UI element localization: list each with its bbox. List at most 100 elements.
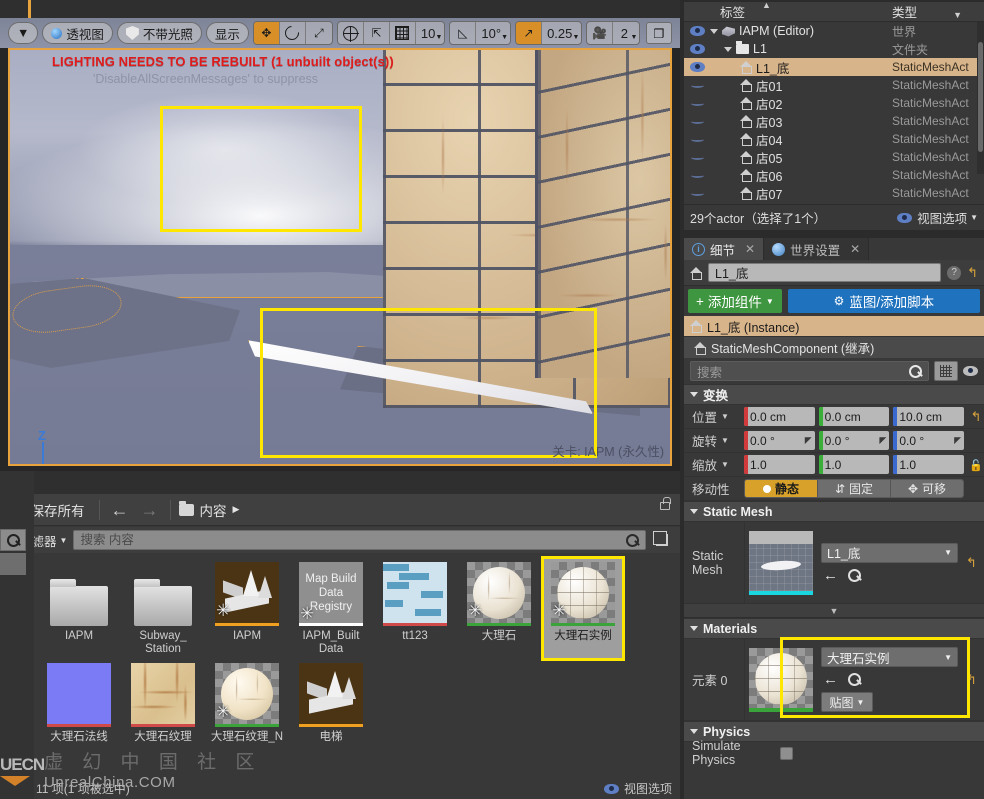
browse-to-asset-icon[interactable] [848, 568, 861, 582]
chevron-down-icon[interactable]: ▼ [721, 436, 729, 445]
section-materials[interactable]: Materials [684, 618, 984, 639]
use-selected-asset-icon[interactable]: ← [823, 672, 838, 687]
perspective-mode-button[interactable]: 透视图 [42, 22, 113, 44]
visibility-toggle[interactable] [684, 155, 710, 160]
visibility-toggle[interactable] [684, 191, 710, 196]
scale-snap-value[interactable]: 0.25 ▼ [542, 22, 581, 44]
asset-search-input[interactable] [73, 530, 646, 550]
camera-speed-value[interactable]: 2 ▼ [613, 22, 639, 44]
add-component-button[interactable]: + 添加组件 ▼ [688, 289, 782, 313]
section-transform[interactable]: 变换 [684, 384, 984, 405]
close-icon[interactable]: ✕ [850, 242, 860, 256]
view-mode-button[interactable]: 不带光照 [116, 22, 202, 44]
scale-x-input[interactable]: 1.0 [744, 455, 815, 474]
world-coords-icon[interactable] [338, 22, 364, 44]
visibility-toggle[interactable] [684, 62, 710, 72]
outliner-row[interactable]: 店04 StaticMeshAct [684, 130, 984, 148]
simulate-physics-checkbox[interactable] [780, 746, 793, 760]
chevron-down-icon[interactable]: ▼ [721, 412, 729, 421]
tab-world-settings[interactable]: 世界设置 ✕ [764, 238, 870, 260]
asset-tile[interactable]: Subway_ Station [124, 559, 202, 658]
asset-tile-selected[interactable]: ✳ 大理石实例 [541, 556, 625, 661]
mobility-movable-option[interactable]: ✥ 可移 [891, 480, 963, 497]
scale-y-input[interactable]: 1.0 [818, 455, 890, 474]
outliner-row-selected[interactable]: L1_底 StaticMeshAct [684, 58, 984, 76]
actor-name-input[interactable]: L1_底 [708, 263, 942, 282]
new-folder-icon[interactable] [653, 531, 668, 546]
chevron-down-icon[interactable] [710, 28, 718, 34]
scale-snap-icon[interactable]: ↗ [516, 22, 543, 44]
reset-material-icon[interactable]: ↰ [966, 672, 980, 688]
reset-location-icon[interactable]: ↰ [968, 409, 984, 425]
content-view-options-button[interactable]: 视图选项 [603, 780, 672, 797]
material-thumbnail[interactable] [749, 647, 813, 712]
rotation-y-input[interactable]: 0.0 ° ◤ [818, 431, 890, 450]
asset-tile[interactable]: ✳ 大理石纹理_N [208, 660, 286, 746]
visibility-toggle[interactable] [684, 173, 710, 178]
move-tool-icon[interactable]: ✥ [253, 22, 280, 44]
component-instance-row[interactable]: L1_底 (Instance) [684, 316, 984, 336]
angle-snap-value[interactable]: 10° ▼ [476, 22, 510, 44]
location-y-input[interactable]: 0.0 cm [818, 407, 890, 426]
asset-tile[interactable]: ✳ 大理石 [460, 559, 538, 658]
show-flags-button[interactable]: 显示 [205, 22, 249, 44]
scale-z-input[interactable]: 1.0 [893, 455, 965, 474]
viewport-options-menu[interactable]: ▼ [8, 22, 39, 44]
material-dropdown[interactable]: 大理石实例 ▼ [821, 647, 958, 667]
expand-mesh-details-button[interactable]: ▼ [684, 604, 984, 618]
rotation-z-input[interactable]: 0.0 ° ◤ [893, 431, 965, 450]
outliner-row[interactable]: 店05 StaticMeshAct [684, 148, 984, 166]
visibility-toggle[interactable] [684, 83, 710, 88]
asset-tile[interactable]: IAPM [40, 559, 118, 658]
chevron-down-icon[interactable] [724, 46, 732, 52]
visibility-toggle[interactable] [684, 44, 710, 54]
breadcrumb[interactable]: 内容 ▶ [178, 500, 240, 520]
outliner-row[interactable]: 店06 StaticMeshAct [684, 166, 984, 184]
lock-ratio-icon[interactable]: 🔓 [968, 459, 984, 472]
camera-speed-icon[interactable]: 🎥 [587, 22, 614, 44]
asset-search-field[interactable] [80, 533, 626, 547]
eye-icon[interactable] [963, 366, 978, 376]
forward-arrow-icon[interactable]: → [138, 501, 162, 519]
location-z-input[interactable]: 10.0 cm [893, 407, 965, 426]
mobility-stationary-option[interactable]: ⇵ 固定 [818, 480, 891, 497]
asset-tile[interactable]: 大理石纹理 [124, 660, 202, 746]
outliner-row[interactable]: 店03 StaticMeshAct [684, 112, 984, 130]
mobility-static-option[interactable]: 静态 [745, 480, 818, 497]
outliner-row-folder[interactable]: L1 文件夹 [684, 40, 984, 58]
scale-tool-icon[interactable]: ⤢ [306, 22, 332, 44]
section-static-mesh[interactable]: Static Mesh [684, 501, 984, 522]
sources-search-icon[interactable] [0, 529, 26, 551]
grid-snap-icon[interactable] [390, 22, 416, 44]
tab-details[interactable]: i 细节 ✕ [684, 238, 765, 260]
visibility-toggle[interactable] [684, 137, 710, 142]
back-arrow-icon[interactable]: ← [108, 501, 132, 519]
close-icon[interactable]: ✕ [745, 242, 755, 256]
level-viewport[interactable]: Z X Y ? LIGHTING NEEDS TO BE REBUILT (1 … [8, 48, 672, 466]
use-selected-asset-icon[interactable]: ← [823, 568, 838, 583]
asset-tile[interactable]: 电梯 [292, 660, 370, 746]
outliner-row[interactable]: 店02 StaticMeshAct [684, 94, 984, 112]
outliner-row[interactable]: 店01 StaticMeshAct [684, 76, 984, 94]
maximize-viewport-icon[interactable]: ❐ [646, 22, 672, 44]
details-search-input[interactable]: 搜索 [690, 361, 929, 381]
reset-static-mesh-icon[interactable]: ↰ [966, 555, 980, 571]
visibility-toggle[interactable] [684, 101, 710, 106]
chevron-down-icon[interactable]: ▼ [721, 460, 729, 469]
static-mesh-thumbnail[interactable] [749, 530, 813, 595]
outliner-col-label[interactable]: 标签 [712, 2, 892, 21]
asset-tile[interactable]: tt123 [376, 559, 454, 658]
browse-to-asset-icon[interactable] [848, 673, 861, 686]
rotation-x-input[interactable]: 0.0 ° ◤ [744, 431, 815, 450]
reset-icon[interactable]: ↰ [967, 265, 978, 281]
static-mesh-dropdown[interactable]: L1_底 ▼ [821, 542, 958, 563]
blueprint-script-button[interactable]: ⚙ 蓝图/添加脚本 [787, 289, 980, 313]
outliner-view-options[interactable]: 视图选项 [917, 208, 967, 227]
asset-tile[interactable]: ✳ IAPM [208, 559, 286, 658]
outliner-row-world[interactable]: IAPM (Editor) 世界 [684, 22, 984, 40]
asset-tile[interactable]: 大理石法线 [40, 660, 118, 746]
location-x-input[interactable]: 0.0 cm [744, 407, 815, 426]
display-options-icon[interactable] [934, 361, 958, 381]
outliner-row[interactable]: 店07 StaticMeshAct [684, 184, 984, 202]
chevron-right-icon[interactable]: ▶ [233, 504, 240, 515]
